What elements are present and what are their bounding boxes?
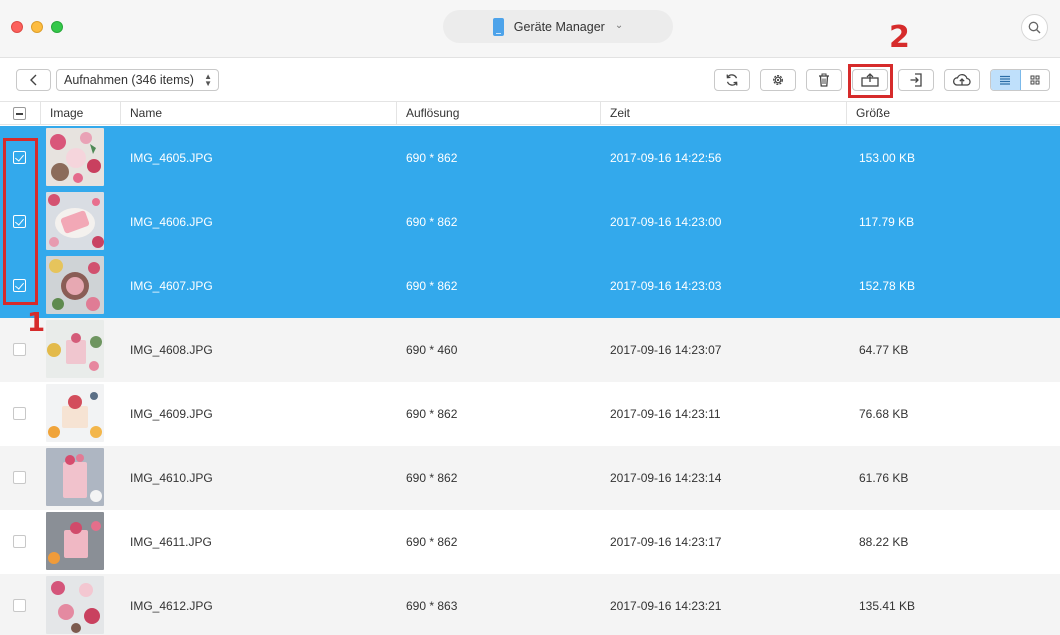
callout-number-1: 1 [27,308,46,338]
toolbar: Aufnahmen (346 items) ▲ ▼ [0,59,1060,101]
back-button[interactable] [16,69,51,91]
file-size: 153.00 KB [859,151,916,165]
refresh-button[interactable] [714,69,750,91]
photo-thumbnail [46,320,104,378]
timestamp: 2017-09-16 14:23:21 [610,599,722,613]
refresh-icon [726,74,738,86]
timestamp: 2017-09-16 14:23:00 [610,215,722,229]
row-checkbox[interactable] [13,471,26,484]
photo-thumbnail [46,192,104,250]
callout-number-2: 2 [889,20,910,55]
device-name: Geräte Manager [513,19,605,34]
trash-icon [819,73,829,87]
settings-icon [773,75,783,85]
column-header-name[interactable]: Name [120,102,396,125]
row-checkbox[interactable] [13,599,26,612]
cloud-upload-icon [953,74,971,86]
photo-thumbnail [46,128,104,186]
row-checkbox[interactable] [13,215,26,228]
column-header-size[interactable]: Größe [846,102,1060,125]
list-view-icon [1000,75,1011,85]
delete-button[interactable] [806,69,842,91]
grid-view-button[interactable] [1021,70,1050,90]
table-row[interactable]: IMG_4611.JPG 690 * 862 2017-09-16 14:23:… [0,510,1060,574]
export-to-computer-icon [861,73,879,87]
table-row[interactable]: IMG_4605.JPG 690 * 862 2017-09-16 14:22:… [0,126,1060,190]
timestamp: 2017-09-16 14:23:11 [610,407,721,421]
timestamp: 2017-09-16 14:23:14 [610,471,722,485]
file-name: IMG_4606.JPG [130,215,213,229]
resolution: 690 * 862 [406,151,458,165]
album-select[interactable]: Aufnahmen (346 items) ▲ ▼ [56,69,219,91]
file-name: IMG_4605.JPG [130,151,213,165]
timestamp: 2017-09-16 14:23:07 [610,343,722,357]
import-button[interactable] [898,69,934,91]
row-checkbox[interactable] [13,343,26,356]
row-checkbox[interactable] [13,151,26,164]
photo-thumbnail [46,576,104,634]
zoom-window-button[interactable] [51,21,63,33]
resolution: 690 * 863 [406,599,458,613]
search-button[interactable] [1021,14,1048,41]
resolution: 690 * 862 [406,407,458,421]
import-icon [910,73,922,87]
select-all-column [0,102,40,125]
timestamp: 2017-09-16 14:23:03 [610,279,722,293]
phone-icon [492,17,504,36]
table-row[interactable]: IMG_4608.JPG 690 * 460 2017-09-16 14:23:… [0,318,1060,382]
album-select-label: Aufnahmen (346 items) [64,73,194,87]
file-size: 64.77 KB [859,343,909,357]
resolution: 690 * 862 [406,535,458,549]
search-icon [1028,21,1041,34]
updown-arrows-icon: ▲ ▼ [204,72,212,88]
settings-button[interactable] [760,69,796,91]
resolution: 690 * 862 [406,215,458,229]
photo-thumbnail [46,384,104,442]
file-name: IMG_4611.JPG [130,535,212,549]
minimize-window-button[interactable] [31,21,43,33]
file-size: 76.68 KB [859,407,909,421]
table-header: Image Name Auflösung Zeit Größe [0,101,1060,125]
timestamp: 2017-09-16 14:22:56 [610,151,722,165]
file-name: IMG_4612.JPG [130,599,213,613]
cloud-upload-button[interactable] [944,69,980,91]
file-size: 152.78 KB [859,279,916,293]
file-name: IMG_4610.JPG [130,471,213,485]
photo-thumbnail [46,512,104,570]
export-to-computer-button[interactable] [852,69,888,91]
row-checkbox[interactable] [13,279,26,292]
table-row[interactable]: IMG_4607.JPG 690 * 862 2017-09-16 14:23:… [0,254,1060,318]
close-window-button[interactable] [11,21,23,33]
file-size: 135.41 KB [859,599,916,613]
column-header-resolution[interactable]: Auflösung [396,102,600,125]
table-row[interactable]: IMG_4612.JPG 690 * 863 2017-09-16 14:23:… [0,574,1060,635]
grid-view-icon [1030,75,1040,85]
photo-thumbnail [46,448,104,506]
column-header-time[interactable]: Zeit [600,102,846,125]
back-icon [29,74,36,86]
device-selector[interactable]: Geräte Manager ⌄ [443,10,673,43]
resolution: 690 * 862 [406,279,458,293]
table-row[interactable]: IMG_4610.JPG 690 * 862 2017-09-16 14:23:… [0,446,1060,510]
photo-table: IMG_4605.JPG 690 * 862 2017-09-16 14:22:… [0,126,1060,635]
table-row[interactable]: IMG_4606.JPG 690 * 862 2017-09-16 14:23:… [0,190,1060,254]
file-name: IMG_4607.JPG [130,279,213,293]
photo-thumbnail [46,256,104,314]
view-mode-toggle [990,69,1050,91]
file-size: 88.22 KB [859,535,909,549]
row-checkbox[interactable] [13,407,26,420]
resolution: 690 * 862 [406,471,458,485]
table-row[interactable]: IMG_4609.JPG 690 * 862 2017-09-16 14:23:… [0,382,1060,446]
file-size: 117.79 KB [859,215,915,229]
chevron-down-icon: ⌄ [614,20,624,31]
file-size: 61.76 KB [859,471,909,485]
column-header-image[interactable]: Image [40,102,120,125]
resolution: 690 * 460 [406,343,458,357]
row-checkbox[interactable] [13,535,26,548]
select-all-checkbox[interactable] [13,107,26,120]
file-name: IMG_4608.JPG [130,343,213,357]
timestamp: 2017-09-16 14:23:17 [610,535,722,549]
list-view-button[interactable] [991,70,1021,90]
file-name: IMG_4609.JPG [130,407,213,421]
